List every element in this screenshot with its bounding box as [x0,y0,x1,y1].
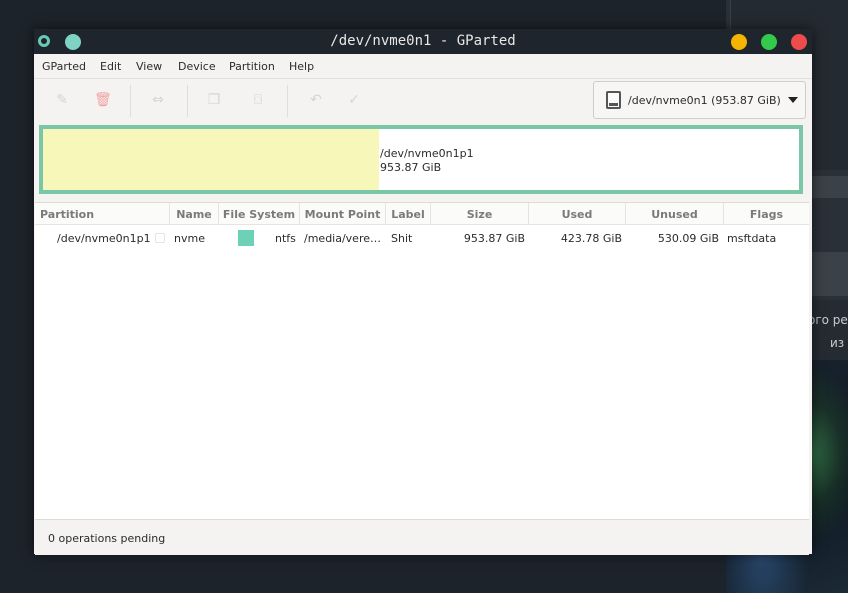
menu-edit[interactable]: Edit [100,60,121,73]
background-band [812,176,848,198]
operations-pending-text: 0 operations pending [48,532,166,545]
background-text-1: ого ре [808,313,848,327]
col-header-size[interactable]: Size [431,203,529,225]
gparted-window: /dev/nvme0n1 - GParted GParted Edit View… [34,29,812,555]
apply-icon[interactable]: ✓ [346,91,362,109]
disk-graphic[interactable]: /dev/nvme0n1p1 953.87 GiB [39,125,803,194]
menu-bar: GParted Edit View Device Partition Help [34,54,812,79]
col-header-unused[interactable]: Unused [626,203,724,225]
minimize-button[interactable] [731,34,747,50]
menu-gparted[interactable]: GParted [42,60,86,73]
delete-icon[interactable]: 🗑 [94,91,112,109]
cell-partition: /dev/nvme0n1p1 [57,232,151,245]
disk-graphic-label: /dev/nvme0n1p1 953.87 GiB [380,147,474,175]
partition-table: Partition Name File System Mount Point L… [35,202,809,520]
disk-graphic-size: 953.87 GiB [380,161,442,174]
menu-help[interactable]: Help [289,60,314,73]
col-header-mount-point[interactable]: Mount Point [300,203,386,225]
new-partition-icon[interactable]: ✎ [54,91,70,109]
cell-flags: msftdata [727,232,777,245]
window-title: /dev/nvme0n1 - GParted [330,33,516,49]
disk-graphic-partition: /dev/nvme0n1p1 [380,147,474,160]
col-header-name[interactable]: Name [170,203,219,225]
background-text-area: ого ре из [808,300,848,360]
device-selector[interactable]: /dev/nvme0n1 (953.87 GiB) [593,81,806,119]
col-header-flags[interactable]: Flags [724,203,809,225]
col-header-used[interactable]: Used [529,203,626,225]
cell-unused: 530.09 GiB [657,232,719,245]
background-band-2 [812,252,848,296]
close-button[interactable] [791,34,807,50]
toolbar: ✎ 🗑 ⇔ ❐ ⌼ ↶ ✓ /dev/nvme0n1 (953.87 GiB) [34,79,812,123]
cell-mount-point: /media/vere… [304,232,381,245]
col-header-label[interactable]: Label [386,203,431,225]
menu-device[interactable]: Device [178,60,216,73]
maximize-button[interactable] [761,34,777,50]
menu-view[interactable]: View [136,60,162,73]
used-space-bar [43,129,379,190]
resize-move-icon[interactable]: ⇔ [150,91,166,109]
undo-icon[interactable]: ↶ [308,91,324,109]
menu-partition[interactable]: Partition [229,60,275,73]
background-text-2: из [830,336,845,350]
status-bar: 0 operations pending [35,519,809,555]
cell-used: 423.78 GiB [560,232,622,245]
col-header-file-system[interactable]: File System [219,203,300,225]
title-bar[interactable]: /dev/nvme0n1 - GParted [34,29,812,54]
col-header-partition[interactable]: Partition [35,203,170,225]
cell-size: 953.87 GiB [463,232,525,245]
paste-icon[interactable]: ⌼ [250,91,266,109]
cell-label: Shit [391,232,413,245]
toolbar-separator [130,85,131,117]
device-selector-label: /dev/nvme0n1 (953.87 GiB) [628,94,781,107]
copy-icon[interactable]: ❐ [206,91,222,109]
cell-file-system: ntfs [275,232,296,245]
toolbar-separator [187,85,188,117]
toolbar-separator [287,85,288,117]
disk-icon [606,91,621,109]
filesystem-color-swatch [238,230,254,246]
lock-icon [155,233,165,243]
cell-name: nvme [174,232,205,245]
chevron-down-icon [788,97,798,103]
